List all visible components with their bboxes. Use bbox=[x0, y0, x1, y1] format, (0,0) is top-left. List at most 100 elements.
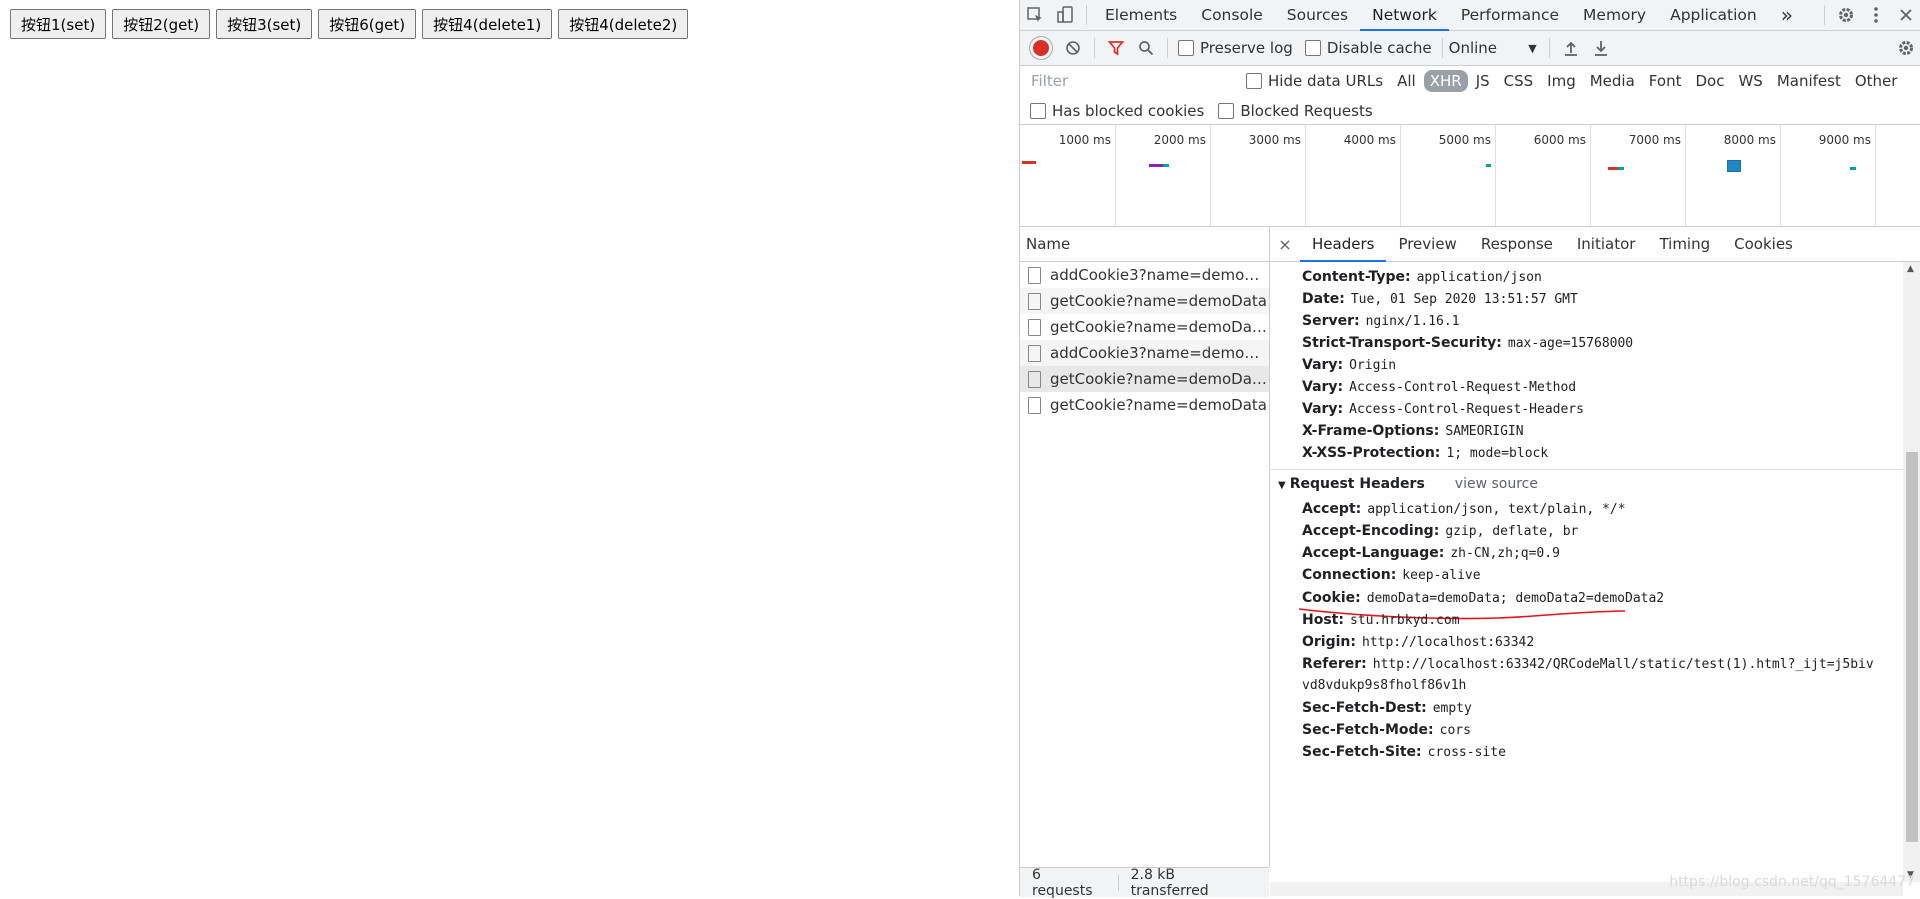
network-timeline-overview[interactable]: 1000 ms 2000 ms 3000 ms 4000 ms 5000 ms 6000 … bbox=[1020, 125, 1920, 227]
set-cookie-button-1[interactable]: 按钮1(set) bbox=[10, 9, 107, 39]
type-filter-font[interactable]: Font bbox=[1643, 70, 1688, 92]
checkbox-box[interactable] bbox=[1218, 102, 1235, 119]
timeline-request-mark bbox=[1727, 160, 1741, 172]
kebab-menu-icon[interactable] bbox=[1861, 0, 1891, 30]
header-line: Sec-Fetch-Site: cross-site bbox=[1302, 743, 1506, 762]
timeline-tick-label: 9000 ms bbox=[1818, 133, 1871, 147]
toolbar-divider bbox=[1086, 5, 1087, 25]
request-row[interactable]: addCookie3?name=demoDat... bbox=[1020, 340, 1269, 366]
tab-headers[interactable]: Headers bbox=[1300, 227, 1387, 262]
export-har-icon[interactable] bbox=[1586, 33, 1616, 63]
get-cookie-button-2[interactable]: 按钮2(get) bbox=[112, 9, 211, 39]
tab-sources[interactable]: Sources bbox=[1275, 0, 1360, 30]
checkbox-box[interactable] bbox=[1304, 40, 1321, 56]
header-value: 1; mode=block bbox=[1446, 446, 1549, 461]
filter-funnel-icon[interactable] bbox=[1101, 33, 1131, 63]
scroll-up-arrow-icon[interactable]: ▲ bbox=[1907, 264, 1914, 274]
header-line-continuation: vd8vdukp9s8fholf86v1h bbox=[1302, 676, 1466, 695]
record-icon[interactable] bbox=[1030, 37, 1052, 59]
timeline-tick-label: 8000 ms bbox=[1723, 133, 1776, 147]
type-filter-media[interactable]: Media bbox=[1584, 70, 1641, 92]
request-name: getCookie?name=demoData2 bbox=[1050, 318, 1269, 336]
devtools-panel: Elements Console Sources Network Perform… bbox=[1019, 0, 1920, 899]
header-line: Sec-Fetch-Mode: cors bbox=[1302, 721, 1471, 740]
timeline-gridline bbox=[1495, 125, 1496, 226]
type-filter-css[interactable]: CSS bbox=[1498, 70, 1540, 92]
more-tabs-icon[interactable]: » bbox=[1769, 0, 1805, 30]
header-value: Access-Control-Request-Method bbox=[1349, 380, 1577, 395]
scrollbar-thumb[interactable] bbox=[1906, 452, 1918, 842]
checkbox-box[interactable] bbox=[1246, 73, 1262, 89]
file-icon bbox=[1028, 370, 1041, 388]
timeline-request-mark bbox=[1486, 164, 1491, 167]
device-toolbar-icon[interactable] bbox=[1050, 0, 1080, 30]
request-row[interactable]: getCookie?name=demoData2 bbox=[1020, 314, 1269, 340]
type-filter-xhr[interactable]: XHR bbox=[1423, 70, 1468, 92]
preserve-log-checkbox[interactable]: Preserve log bbox=[1178, 39, 1293, 57]
has-blocked-cookies-checkbox[interactable]: Has blocked cookies bbox=[1030, 102, 1204, 120]
header-line: X-XSS-Protection: 1; mode=block bbox=[1302, 444, 1548, 463]
close-devtools-icon[interactable] bbox=[1891, 0, 1920, 30]
checkbox-box[interactable] bbox=[1030, 102, 1046, 119]
vertical-scrollbar[interactable]: ▲ ▼ bbox=[1903, 262, 1920, 882]
set-cookie-button-3[interactable]: 按钮3(set) bbox=[216, 9, 313, 39]
header-value: Tue, 01 Sep 2020 13:51:57 GMT bbox=[1350, 292, 1578, 307]
tab-application[interactable]: Application bbox=[1658, 0, 1769, 30]
throttling-select[interactable]: Online ▼ bbox=[1449, 39, 1537, 57]
tab-response[interactable]: Response bbox=[1469, 227, 1565, 261]
request-row[interactable]: getCookie?name=demoData bbox=[1020, 392, 1269, 418]
type-filter-js[interactable]: JS bbox=[1470, 70, 1496, 92]
timeline-gridline bbox=[1305, 125, 1306, 226]
timeline-gridline bbox=[1780, 125, 1781, 226]
clear-icon[interactable] bbox=[1058, 33, 1088, 63]
tab-preview[interactable]: Preview bbox=[1386, 227, 1468, 261]
tab-console[interactable]: Console bbox=[1189, 0, 1275, 30]
name-column-header[interactable]: Name bbox=[1020, 227, 1269, 262]
timeline-gridline bbox=[1875, 125, 1876, 226]
header-value: application/json, text/plain, */* bbox=[1367, 502, 1626, 517]
request-headers-section[interactable]: ▼ Request Headers view source bbox=[1278, 476, 1538, 492]
type-filter-ws[interactable]: WS bbox=[1732, 70, 1768, 92]
tab-cookies[interactable]: Cookies bbox=[1722, 227, 1805, 261]
checkbox-box[interactable] bbox=[1178, 40, 1194, 56]
header-value: zh-CN,zh;q=0.9 bbox=[1450, 546, 1560, 561]
settings-gear-icon[interactable] bbox=[1831, 0, 1861, 30]
timeline-gridline bbox=[1400, 125, 1401, 226]
request-row-selected[interactable]: getCookie?name=demoData2 bbox=[1020, 366, 1269, 392]
type-filter-other[interactable]: Other bbox=[1849, 70, 1904, 92]
tab-timing[interactable]: Timing bbox=[1647, 227, 1722, 261]
delete2-button[interactable]: 按钮4(delete2) bbox=[558, 9, 689, 39]
header-name: X-XSS-Protection: bbox=[1302, 445, 1441, 461]
search-icon[interactable] bbox=[1131, 33, 1161, 63]
type-filter-all[interactable]: All bbox=[1391, 70, 1422, 92]
type-filter-doc[interactable]: Doc bbox=[1689, 70, 1730, 92]
tab-network[interactable]: Network bbox=[1360, 0, 1449, 31]
request-row[interactable]: getCookie?name=demoData bbox=[1020, 288, 1269, 314]
tab-elements[interactable]: Elements bbox=[1093, 0, 1189, 30]
tab-initiator[interactable]: Initiator bbox=[1565, 227, 1648, 261]
timeline-tick-label: 4000 ms bbox=[1343, 133, 1396, 147]
request-row[interactable]: addCookie3?name=demoDat... bbox=[1020, 262, 1269, 288]
filter-input[interactable]: Filter bbox=[1026, 69, 1232, 93]
inspect-element-icon[interactable] bbox=[1020, 0, 1050, 30]
delete1-button[interactable]: 按钮4(delete1) bbox=[422, 9, 553, 39]
header-name: Accept-Language: bbox=[1302, 545, 1445, 561]
timeline-tick-label: 6000 ms bbox=[1533, 133, 1586, 147]
type-filter-manifest[interactable]: Manifest bbox=[1771, 70, 1847, 92]
type-filter-img[interactable]: Img bbox=[1541, 70, 1582, 92]
close-details-icon[interactable]: × bbox=[1270, 235, 1300, 254]
tab-performance[interactable]: Performance bbox=[1449, 0, 1571, 30]
timeline-request-mark bbox=[1163, 164, 1169, 167]
has-blocked-cookies-label: Has blocked cookies bbox=[1052, 101, 1205, 120]
tab-memory[interactable]: Memory bbox=[1571, 0, 1658, 30]
timeline-request-mark bbox=[1608, 167, 1618, 170]
hide-data-urls-checkbox[interactable]: Hide data URLs bbox=[1246, 72, 1383, 90]
import-har-icon[interactable] bbox=[1556, 33, 1586, 63]
get-cookie-button-6[interactable]: 按钮6(get) bbox=[318, 9, 417, 39]
view-source-link[interactable]: view source bbox=[1455, 476, 1538, 492]
network-settings-gear-icon[interactable] bbox=[1891, 33, 1920, 63]
blocked-requests-checkbox[interactable]: Blocked Requests bbox=[1218, 102, 1373, 120]
transferred-size: 2.8 kB transferred bbox=[1130, 866, 1209, 899]
header-value: cors bbox=[1439, 723, 1471, 738]
disable-cache-checkbox[interactable]: Disable cache bbox=[1304, 39, 1432, 57]
